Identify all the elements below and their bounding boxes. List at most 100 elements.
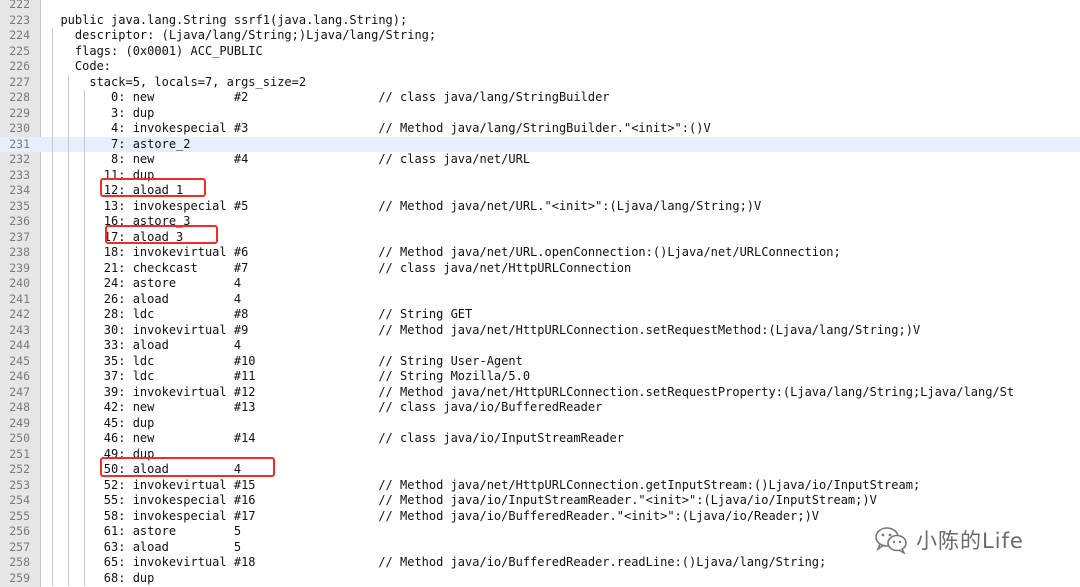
line-number: 256 <box>9 524 30 538</box>
code-line[interactable]: 226 Code: <box>0 59 1080 75</box>
line-number: 234 <box>9 183 30 197</box>
code-line[interactable]: 249 45: dup <box>0 415 1080 431</box>
line-number: 230 <box>9 121 30 135</box>
line-number: 250 <box>9 431 30 445</box>
code-line[interactable]: 254 55: invokespecial #16 // Method java… <box>0 493 1080 509</box>
line-code: 3: dup <box>46 105 155 120</box>
line-code: 0: new #2 // class java/lang/StringBuild… <box>46 90 610 104</box>
line-number: 225 <box>9 43 30 58</box>
line-number: 235 <box>9 198 30 213</box>
code-line[interactable]: 235 13: invokespecial #5 // Method java/… <box>0 198 1080 214</box>
code-editor[interactable]: 222 223 public java.lang.String ssrf1(jav… <box>0 0 1080 587</box>
line-number: 243 <box>9 322 30 337</box>
line-number: 229 <box>9 105 30 120</box>
line-number: 237 <box>9 229 30 244</box>
line-number: 249 <box>9 415 30 430</box>
line-code: 8: new #4 // class java/net/URL <box>46 152 531 166</box>
line-code: 46: new #14 // class java/io/InputStream… <box>46 431 624 445</box>
code-line[interactable]: 239 21: checkcast #7 // class java/net/H… <box>0 260 1080 276</box>
code-line[interactable]: 228 0: new #2 // class java/lang/StringB… <box>0 90 1080 106</box>
line-code: 28: ldc #8 // String GET <box>46 307 473 321</box>
line-code: 21: checkcast #7 // class java/net/HttpU… <box>46 260 632 275</box>
line-number: 231 <box>9 136 30 151</box>
code-line[interactable]: 259 68: dup <box>0 570 1080 586</box>
line-number: 238 <box>9 245 30 259</box>
highlight-box-aload-3 <box>105 225 218 244</box>
line-code: Code: <box>46 59 112 73</box>
highlight-box-aload-4 <box>100 457 275 477</box>
code-line[interactable]: 238 18: invokevirtual #6 // Method java/… <box>0 245 1080 261</box>
line-code: 13: invokespecial #5 // Method java/net/… <box>46 198 762 213</box>
line-code: 18: invokevirtual #6 // Method java/net/… <box>46 245 841 259</box>
line-number: 248 <box>9 400 30 414</box>
line-code: flags: (0x0001) ACC_PUBLIC <box>46 43 263 58</box>
code-line[interactable]: 227 stack=5, locals=7, args_size=2 <box>0 74 1080 90</box>
line-code: 4: invokespecial #3 // Method java/lang/… <box>46 121 711 135</box>
code-line[interactable]: 229 3: dup <box>0 105 1080 121</box>
line-number: 254 <box>9 493 30 507</box>
line-code: 58: invokespecial #17 // Method java/io/… <box>46 508 820 523</box>
watermark-text: 小陈的Life <box>916 529 1024 553</box>
line-code: public java.lang.String ssrf1(java.lang.… <box>46 12 408 27</box>
line-number: 245 <box>9 353 30 368</box>
line-number: 222 <box>9 0 30 11</box>
line-code: 55: invokespecial #16 // Method java/io/… <box>46 493 877 507</box>
line-number: 233 <box>9 167 30 182</box>
line-number: 226 <box>9 59 30 73</box>
line-number: 251 <box>9 446 30 461</box>
line-code: 33: aload 4 <box>46 338 242 352</box>
line-code: 26: aload 4 <box>46 291 242 306</box>
line-number: 255 <box>9 508 30 523</box>
code-line[interactable]: 246 37: ldc #11 // String Mozilla/5.0 <box>0 369 1080 385</box>
line-number: 236 <box>9 214 30 228</box>
line-code: stack=5, locals=7, args_size=2 <box>46 74 307 89</box>
line-code: 24: astore 4 <box>46 276 242 290</box>
line-number: 228 <box>9 90 30 104</box>
code-line[interactable]: 232 8: new #4 // class java/net/URL <box>0 152 1080 168</box>
code-line[interactable]: 240 24: astore 4 <box>0 276 1080 292</box>
line-number: 242 <box>9 307 30 321</box>
code-line[interactable]: 258 65: invokevirtual #18 // Method java… <box>0 555 1080 571</box>
line-code: 52: invokevirtual #15 // Method java/net… <box>46 477 921 492</box>
code-line[interactable]: 222 <box>0 0 1080 13</box>
line-number: 241 <box>9 291 30 306</box>
code-line[interactable]: 255 58: invokespecial #17 // Method java… <box>0 508 1080 524</box>
line-code: 39: invokevirtual #12 // Method java/net… <box>46 384 1015 399</box>
code-line[interactable]: 245 35: ldc #10 // String User-Agent <box>0 353 1080 369</box>
line-code: 37: ldc #11 // String Mozilla/5.0 <box>46 369 531 383</box>
code-line[interactable]: 247 39: invokevirtual #12 // Method java… <box>0 384 1080 400</box>
line-code: 63: aload 5 <box>46 539 242 554</box>
watermark: 小陈的Life <box>874 525 1024 555</box>
code-line[interactable]: 241 26: aload 4 <box>0 291 1080 307</box>
line-code: 35: ldc #10 // String User-Agent <box>46 353 523 368</box>
line-number: 252 <box>9 462 30 476</box>
line-code: 61: astore 5 <box>46 524 242 538</box>
line-number: 239 <box>9 260 30 275</box>
line-number: 223 <box>9 12 30 27</box>
code-line[interactable]: 243 30: invokevirtual #9 // Method java/… <box>0 322 1080 338</box>
line-number: 258 <box>9 555 30 569</box>
code-line[interactable]: 248 42: new #13 // class java/io/Buffere… <box>0 400 1080 416</box>
line-code: 7: astore_2 <box>46 136 191 151</box>
line-number: 224 <box>9 28 30 42</box>
code-line[interactable]: 244 33: aload 4 <box>0 338 1080 354</box>
code-line[interactable]: 231 7: astore_2 <box>0 136 1080 152</box>
code-line[interactable]: 224 descriptor: (Ljava/lang/String;)Ljav… <box>0 28 1080 44</box>
line-number: 253 <box>9 477 30 492</box>
code-line[interactable]: 242 28: ldc #8 // String GET <box>0 307 1080 323</box>
line-number: 247 <box>9 384 30 399</box>
line-number: 257 <box>9 539 30 554</box>
line-code: 68: dup <box>46 570 155 585</box>
line-number: 259 <box>9 570 30 585</box>
line-code: 30: invokevirtual #9 // Method java/net/… <box>46 322 921 337</box>
line-code: 42: new #13 // class java/io/BufferedRea… <box>46 400 603 414</box>
line-code: 45: dup <box>46 415 155 430</box>
line-number: 232 <box>9 152 30 166</box>
code-line[interactable]: 230 4: invokespecial #3 // Method java/l… <box>0 121 1080 137</box>
line-number: 240 <box>9 276 30 290</box>
line-number: 244 <box>9 338 30 352</box>
code-line[interactable]: 253 52: invokevirtual #15 // Method java… <box>0 477 1080 493</box>
code-line[interactable]: 250 46: new #14 // class java/io/InputSt… <box>0 431 1080 447</box>
code-line[interactable]: 223 public java.lang.String ssrf1(java.l… <box>0 13 1080 29</box>
code-line[interactable]: 225 flags: (0x0001) ACC_PUBLIC <box>0 43 1080 59</box>
